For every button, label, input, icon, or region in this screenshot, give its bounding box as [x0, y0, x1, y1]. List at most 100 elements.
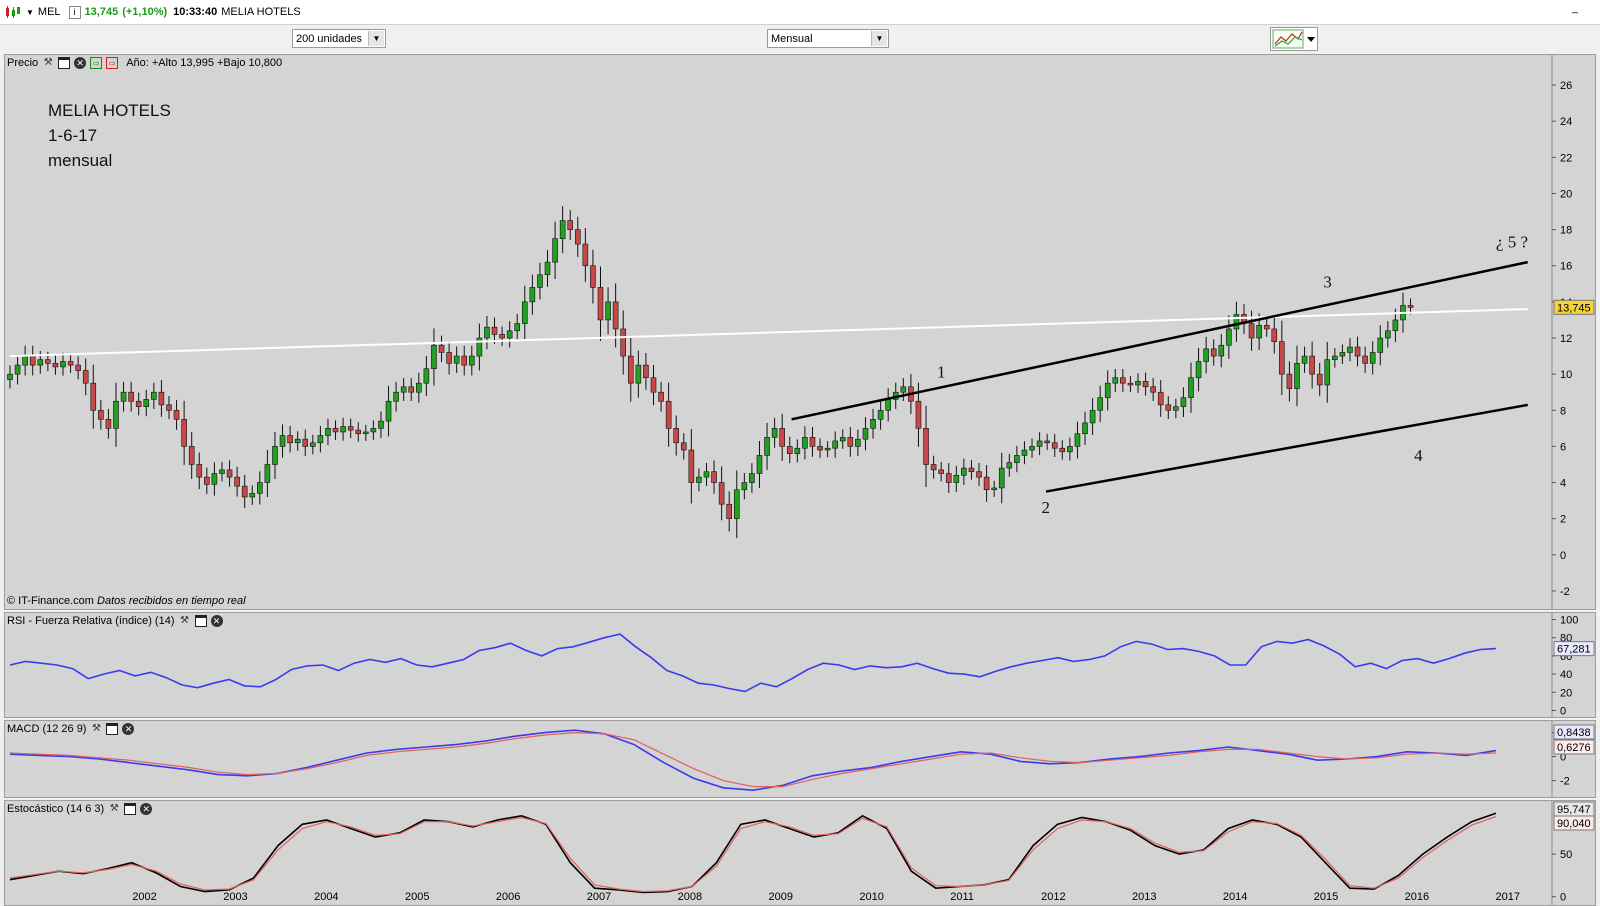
price-panel-label: Precio — [7, 57, 39, 69]
units-select[interactable]: 200 unidades ▼ — [292, 29, 386, 48]
candle-body — [158, 391, 165, 406]
candle-body — [204, 476, 210, 485]
macd-series-2 — [9, 731, 1496, 788]
macd-panel-label: MACD (12 26 9) — [7, 723, 87, 735]
candle-body — [1210, 348, 1217, 357]
candle-body — [1029, 446, 1035, 451]
candle-body — [567, 220, 574, 230]
price-axis-tick-label: 24 — [1560, 116, 1572, 128]
candle-body — [764, 437, 770, 456]
wrench-icon[interactable]: ⚒ — [179, 615, 191, 627]
x-axis-tick-label: 2007 — [587, 891, 611, 903]
stoch-d-badge-text: 90,040 — [1557, 818, 1591, 830]
candle-body — [552, 238, 558, 263]
dropdown-arrow-icon[interactable]: ▼ — [26, 8, 34, 17]
info-icon[interactable]: i — [68, 5, 81, 19]
close-icon[interactable]: ✕ — [140, 803, 153, 815]
candle-body — [1362, 355, 1368, 364]
candle-body — [446, 352, 452, 364]
candle-body — [211, 473, 218, 485]
candle-body — [506, 330, 513, 339]
close-icon[interactable]: ✕ — [210, 615, 223, 627]
close-icon[interactable]: ✕ — [74, 57, 87, 69]
candle-body — [37, 359, 44, 366]
rsi-panel: 0 20 40 60 80 100 67,281 RSI - Fuerza Relativa… — [4, 612, 1596, 718]
chevron-down-icon[interactable]: ▼ — [368, 31, 384, 46]
candle-body — [241, 485, 248, 498]
candle-body — [756, 455, 763, 474]
candle-body — [597, 287, 604, 321]
candle-body — [1051, 442, 1058, 449]
window-icon[interactable] — [124, 803, 137, 815]
candle-body — [953, 475, 960, 483]
chart-type-button[interactable] — [1270, 27, 1318, 51]
price-chart[interactable]: -2024681012141618202224261234¿ 5 ?13,745 — [5, 55, 1595, 609]
rsi-axis-tick-label: 100 — [1560, 615, 1578, 627]
export-red-icon[interactable]: ⇨ — [106, 57, 119, 69]
window-icon[interactable] — [106, 723, 119, 735]
wrench-icon[interactable]: ⚒ — [108, 803, 120, 815]
candle-body — [802, 437, 808, 449]
candle-body — [45, 359, 51, 364]
wrench-icon[interactable]: ⚒ — [42, 57, 54, 69]
price-axis-tick-label: 18 — [1560, 225, 1572, 237]
candle-body — [870, 418, 876, 429]
candle-body — [1021, 449, 1028, 456]
candle-body — [120, 391, 127, 402]
annotation-line-2: 1-6-17 — [48, 126, 98, 145]
candle-body — [325, 428, 331, 436]
candle-body — [135, 400, 142, 407]
candle-body — [847, 437, 854, 447]
minimize-button[interactable]: _ — [1572, 2, 1578, 14]
macd-chart[interactable]: -2020,84380,6276 — [5, 721, 1595, 797]
candle-body — [839, 437, 846, 442]
units-select-value: 200 unidades — [296, 33, 363, 45]
window-icon[interactable] — [194, 615, 207, 627]
candle-body — [75, 364, 81, 371]
candle-body — [1165, 404, 1172, 411]
chart-annotation: MELIA HOTELS 1-6-17 mensual — [48, 98, 171, 173]
candle-body — [976, 471, 982, 478]
candle-body — [1392, 319, 1399, 332]
candle-body — [779, 428, 785, 447]
close-icon[interactable]: ✕ — [122, 723, 135, 735]
price-axis-tick-label: 20 — [1560, 188, 1572, 200]
x-axis-tick-label: 2014 — [1223, 891, 1247, 903]
candle-body — [1354, 346, 1361, 357]
x-axis-tick-label: 2012 — [1041, 891, 1065, 903]
candle-body — [1256, 325, 1262, 339]
price-axis-tick-label: 0 — [1560, 550, 1566, 562]
period-select[interactable]: Mensual ▼ — [767, 29, 889, 48]
candle-body — [658, 391, 664, 402]
candle-body — [673, 428, 680, 444]
candle-body — [961, 467, 967, 476]
candle-body — [1089, 409, 1096, 424]
candle-body — [173, 409, 180, 420]
candle-body — [574, 229, 581, 245]
candle-body — [1059, 447, 1066, 453]
candle-body — [537, 274, 543, 288]
candle-body — [355, 429, 362, 435]
window-icon[interactable] — [58, 57, 71, 69]
stochastic-panel-header: Estocástico (14 6 3) ⚒ ✕ — [7, 803, 153, 815]
export-green-icon[interactable]: ⇨ — [90, 57, 103, 69]
chevron-down-icon[interactable]: ▼ — [871, 31, 887, 46]
candle-body — [650, 377, 657, 393]
wrench-icon[interactable]: ⚒ — [90, 723, 102, 735]
candle-body — [29, 355, 36, 366]
stochastic-chart[interactable]: 0 50 95,747 90,040 2002 2003 2004 2005 2006 2007 2… — [5, 801, 1595, 905]
candle-body — [188, 446, 195, 465]
last-price-badge-text: 13,745 — [1557, 302, 1591, 314]
year-range-info: Año: +Alto 13,995 +Bajo 10,800 — [126, 57, 283, 69]
candles-icon[interactable] — [4, 5, 22, 19]
candle-body — [544, 261, 551, 276]
candle-body — [620, 328, 627, 357]
x-axis-tick-label: 2008 — [678, 891, 702, 903]
wave-label-3: 3 — [1323, 272, 1332, 291]
x-axis-tick-label: 2011 — [950, 891, 974, 903]
wave-label-2: 2 — [1042, 498, 1051, 517]
candle-body — [400, 386, 407, 393]
macd-panel: -2020,84380,6276 MACD (12 26 9) ⚒ ✕ — [4, 720, 1596, 798]
rsi-chart[interactable]: 02040608010067,281 — [5, 613, 1595, 717]
x-axis-tick-label: 2016 — [1405, 891, 1429, 903]
